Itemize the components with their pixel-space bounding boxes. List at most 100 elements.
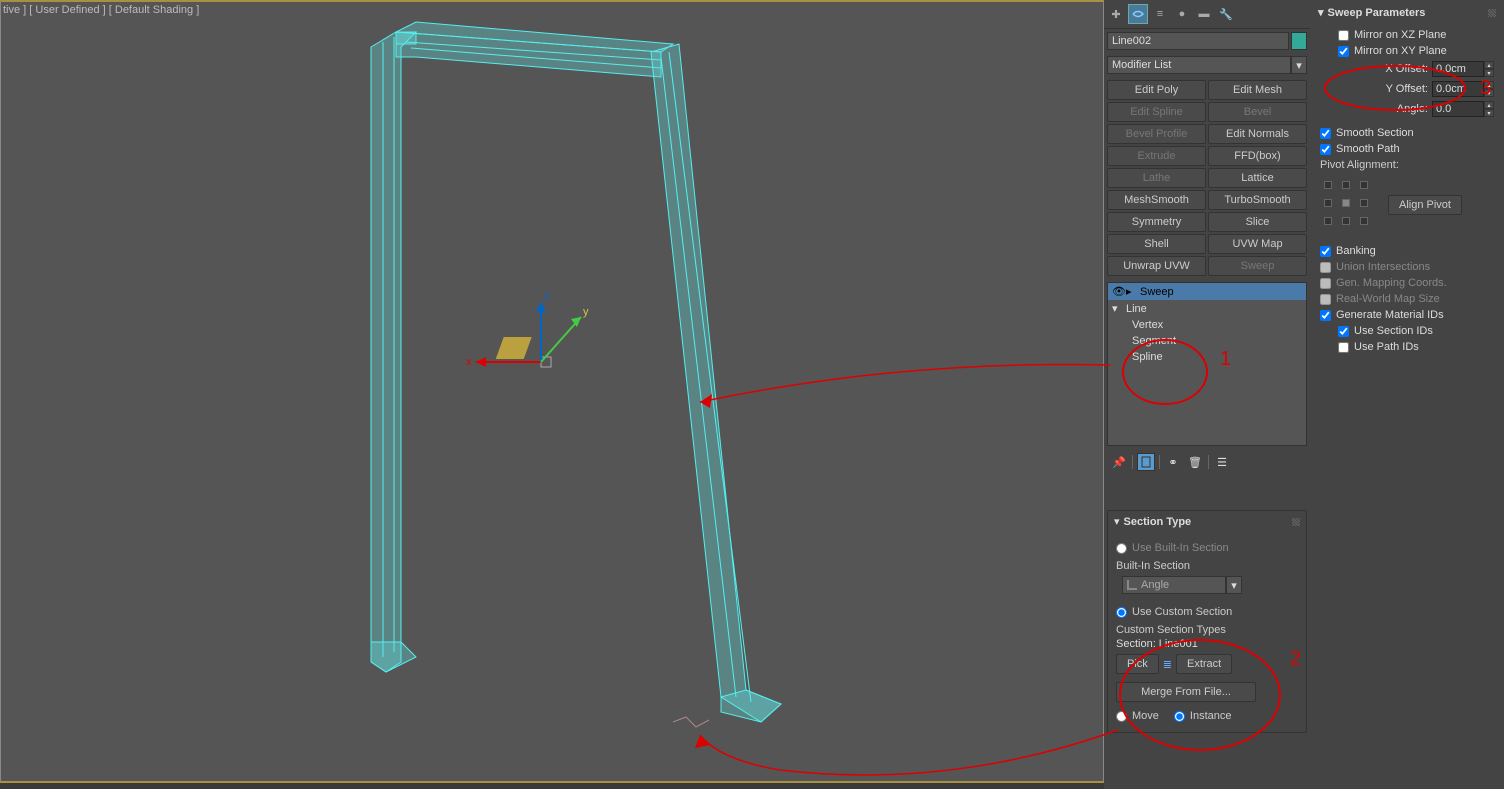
- spinner-up-icon[interactable]: ▴: [1484, 81, 1494, 89]
- modifier-button-uvw-map[interactable]: UVW Map: [1208, 234, 1307, 254]
- modifier-button-lattice[interactable]: Lattice: [1208, 168, 1307, 188]
- spinner-down-icon[interactable]: ▾: [1484, 109, 1494, 117]
- stack-subitem-vertex[interactable]: Vertex: [1108, 317, 1306, 333]
- object-name-input[interactable]: [1107, 32, 1289, 50]
- use-builtin-radio-row[interactable]: Use Built-In Section: [1116, 538, 1298, 558]
- visibility-eye-icon[interactable]: 👁: [1112, 285, 1126, 298]
- sweep-params-header[interactable]: ▾ Sweep Parameters: [1312, 2, 1502, 23]
- pivot-cell-center[interactable]: [1342, 199, 1350, 207]
- y-offset-input[interactable]: [1432, 81, 1484, 97]
- collapse-icon[interactable]: ▾: [1112, 302, 1124, 315]
- use-section-ids-checkbox[interactable]: [1338, 326, 1349, 337]
- use-builtin-radio[interactable]: [1116, 543, 1127, 554]
- modifier-button-edit-spline: Edit Spline: [1107, 102, 1206, 122]
- modifier-list-dropdown[interactable]: Modifier List: [1107, 56, 1291, 74]
- banking-checkbox[interactable]: [1320, 246, 1331, 257]
- modify-tab-icon[interactable]: [1128, 4, 1148, 24]
- viewport-label[interactable]: tive ] [ User Defined ] [ Default Shadin…: [3, 4, 199, 16]
- modifier-button-edit-normals[interactable]: Edit Normals: [1208, 124, 1307, 144]
- pivot-cell[interactable]: [1360, 217, 1368, 225]
- display-tab-icon[interactable]: ▬: [1194, 4, 1214, 24]
- pivot-cell[interactable]: [1360, 181, 1368, 189]
- mirror-xz-checkbox[interactable]: [1338, 30, 1349, 41]
- instance-radio[interactable]: [1174, 711, 1185, 722]
- spinner-up-icon[interactable]: ▴: [1484, 101, 1494, 109]
- move-radio[interactable]: [1116, 711, 1127, 722]
- stack-subitem-segment[interactable]: Segment: [1108, 333, 1306, 349]
- modifier-button-edit-poly[interactable]: Edit Poly: [1107, 80, 1206, 100]
- mirror-xy-checkbox[interactable]: [1338, 46, 1349, 57]
- modifier-button-unwrap-uvw[interactable]: Unwrap UVW: [1107, 256, 1206, 276]
- angle-input[interactable]: [1432, 101, 1484, 117]
- collapse-arrow-icon: ▾: [1318, 6, 1324, 19]
- spinner-down-icon[interactable]: ▾: [1484, 89, 1494, 97]
- merge-from-file-button[interactable]: Merge From File...: [1116, 682, 1256, 702]
- spinner-down-icon[interactable]: ▾: [1484, 69, 1494, 77]
- remove-modifier-icon[interactable]: 🗑: [1186, 453, 1204, 471]
- x-offset-input[interactable]: [1432, 61, 1484, 77]
- modifier-button-symmetry[interactable]: Symmetry: [1107, 212, 1206, 232]
- transform-gizmo[interactable]: x z y: [471, 317, 611, 417]
- use-custom-radio[interactable]: [1116, 607, 1127, 618]
- expand-icon[interactable]: ▸: [1126, 285, 1138, 298]
- viewport-3d[interactable]: tive ] [ User Defined ] [ Default Shadin…: [0, 0, 1104, 783]
- gen-mapping-checkbox: [1320, 278, 1331, 289]
- create-tab-icon[interactable]: ✚: [1106, 4, 1126, 24]
- pivot-cell[interactable]: [1324, 181, 1332, 189]
- angle-label: Angle:: [1397, 103, 1428, 115]
- section-value: Line001: [1159, 638, 1198, 650]
- show-end-result-icon[interactable]: [1137, 453, 1155, 471]
- builtin-section-dropdown[interactable]: Angle ▾: [1122, 576, 1242, 594]
- command-panel-tabs: ✚ ≡ ● ▬ 🔧: [1104, 0, 1310, 29]
- pivot-cell[interactable]: [1342, 217, 1350, 225]
- hierarchy-tab-icon[interactable]: ≡: [1150, 4, 1170, 24]
- use-section-ids-label: Use Section IDs: [1354, 325, 1433, 337]
- modifier-button-shell[interactable]: Shell: [1107, 234, 1206, 254]
- merge-icon[interactable]: ≣: [1163, 658, 1172, 671]
- section-type-header[interactable]: ▾ Section Type: [1108, 511, 1306, 532]
- section-value-row: Section: Line001: [1116, 638, 1298, 650]
- smooth-section-label: Smooth Section: [1336, 127, 1414, 139]
- configure-sets-icon[interactable]: ☰: [1213, 453, 1231, 471]
- pin-stack-icon[interactable]: 📌: [1110, 453, 1128, 471]
- gen-mapping-label: Gen. Mapping Coords.: [1336, 277, 1447, 289]
- gizmo-center[interactable]: [541, 357, 551, 367]
- modifier-button-edit-mesh[interactable]: Edit Mesh: [1208, 80, 1307, 100]
- make-unique-icon[interactable]: ⚭: [1164, 453, 1182, 471]
- use-custom-radio-row[interactable]: Use Custom Section: [1116, 602, 1298, 622]
- union-intersections-checkbox: [1320, 262, 1331, 273]
- object-color-swatch[interactable]: [1291, 32, 1307, 50]
- spinner-up-icon[interactable]: ▴: [1484, 61, 1494, 69]
- mirror-xz-label: Mirror on XZ Plane: [1354, 29, 1446, 41]
- gen-material-label: Generate Material IDs: [1336, 309, 1444, 321]
- motion-tab-icon[interactable]: ●: [1172, 4, 1192, 24]
- gizmo-plane-xy[interactable]: [496, 337, 532, 359]
- extract-button[interactable]: Extract: [1176, 654, 1232, 674]
- modifier-button-sweep: Sweep: [1208, 256, 1307, 276]
- smooth-section-checkbox[interactable]: [1320, 128, 1331, 139]
- stack-item-sweep[interactable]: 👁 ▸ Sweep: [1108, 283, 1306, 300]
- stack-subitem-spline[interactable]: Spline: [1108, 349, 1306, 365]
- pivot-cell[interactable]: [1360, 199, 1368, 207]
- use-path-ids-checkbox[interactable]: [1338, 342, 1349, 353]
- modifier-button-slice[interactable]: Slice: [1208, 212, 1307, 232]
- smooth-path-checkbox[interactable]: [1320, 144, 1331, 155]
- section-spline[interactable]: [673, 717, 709, 727]
- pivot-cell[interactable]: [1324, 217, 1332, 225]
- pivot-alignment-grid[interactable]: [1320, 177, 1376, 233]
- modifier-button-turbosmooth[interactable]: TurboSmooth: [1208, 190, 1307, 210]
- utilities-tab-icon[interactable]: 🔧: [1216, 4, 1236, 24]
- stack-item-line[interactable]: ▾ Line: [1108, 300, 1306, 317]
- modifier-button-ffd-box-[interactable]: FFD(box): [1208, 146, 1307, 166]
- use-custom-label: Use Custom Section: [1132, 606, 1232, 618]
- modifier-button-meshsmooth[interactable]: MeshSmooth: [1107, 190, 1206, 210]
- modifier-list-dropdown-button[interactable]: ▾: [1291, 56, 1307, 74]
- gen-material-checkbox[interactable]: [1320, 310, 1331, 321]
- pick-button[interactable]: Pick: [1116, 654, 1159, 674]
- pivot-cell[interactable]: [1324, 199, 1332, 207]
- x-offset-label: X Offset:: [1385, 63, 1428, 75]
- modifier-stack[interactable]: 👁 ▸ Sweep ▾ Line Vertex Segment Spline: [1107, 282, 1307, 446]
- align-pivot-button[interactable]: Align Pivot: [1388, 195, 1462, 215]
- pivot-cell[interactable]: [1342, 181, 1350, 189]
- dropdown-arrow-icon[interactable]: ▾: [1226, 576, 1242, 594]
